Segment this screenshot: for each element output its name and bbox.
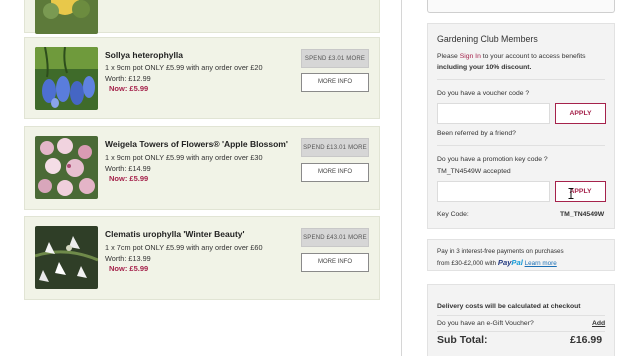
promo-apply-button[interactable]: APPLY [555,181,606,202]
offer-card: Weigela Towers of Flowers® 'Apple Blosso… [24,126,380,210]
now-price: Now: £5.99 [109,264,149,273]
egift-add-link[interactable]: Add [592,320,605,327]
order-summary: Delivery costs will be calculated at che… [427,284,615,356]
paypal-logo-part1: Pay [497,258,512,267]
product-name[interactable]: Sollya heterophylla [105,50,183,60]
learn-more-link[interactable]: Learn more [525,260,557,267]
offer-card-partial [24,0,380,34]
product-image[interactable] [35,47,98,110]
subtotal-label: Sub Total: [437,334,488,346]
club-signin-text: Please Sign In to your account to access… [437,53,586,60]
spend-more-button[interactable]: SPEND £13.01 MORE [301,138,369,157]
product-image[interactable] [35,226,98,289]
column-divider [401,0,402,356]
now-price: Now: £5.99 [109,174,149,183]
worth-price: Worth: £14.99 [105,164,151,173]
product-name[interactable]: Clematis urophylla 'Winter Beauty' [105,229,245,239]
paypal-credit-box: Pay in 3 interest-free payments on purch… [427,239,615,271]
paypal-logo-part2: Pal [511,258,523,267]
voucher-apply-button[interactable]: APPLY [555,103,606,124]
now-price: Now: £5.99 [109,84,149,93]
offer-text: 1 x 7cm pot ONLY £5.99 with any order ov… [105,243,263,252]
club-text-pre: Please [437,53,458,60]
previous-panel-edge [427,0,615,13]
divider [437,79,605,80]
promo-label: Do you have a promotion key code ? [437,156,548,163]
checkout-codes-panel: Gardening Club Members Please Sign In to… [427,23,615,229]
club-text-post: to your account to access benefits [482,53,586,60]
product-image[interactable] [35,136,98,199]
worth-price: Worth: £13.99 [105,254,151,263]
paypal-line2: from £30-£2,000 with PayPal Learn more [437,258,557,267]
paypal-line2-text: from £30-£2,000 with [437,260,497,267]
subtotal-value: £16.99 [570,334,603,346]
divider [437,331,605,332]
offer-card: Sollya heterophylla 1 x 9cm pot ONLY £5.… [24,37,380,119]
more-info-button[interactable]: MORE INFO [301,73,369,92]
paypal-logo: PayPal [498,258,523,267]
divider [437,315,605,316]
voucher-input[interactable] [437,103,550,124]
offer-card: Clematis urophylla 'Winter Beauty' 1 x 7… [24,216,380,300]
key-code-value: TM_TN4549W [560,211,605,218]
sign-in-link[interactable]: Sign In [460,53,481,60]
spend-more-button[interactable]: SPEND £3.01 MORE [301,49,369,68]
more-info-button[interactable]: MORE INFO [301,253,369,272]
mouse-cursor-icon [568,186,574,199]
club-discount-text: including your 10% discount. [437,64,532,71]
delivery-note: Delivery costs will be calculated at che… [437,303,581,310]
key-code-label: Key Code: [437,211,469,218]
offer-text: 1 x 9cm pot ONLY £5.99 with any order ov… [105,153,263,162]
product-image [35,0,98,34]
divider [437,145,605,146]
referred-friend-link[interactable]: Been referred by a friend? [437,130,516,137]
worth-price: Worth: £12.99 [105,74,151,83]
spend-more-button[interactable]: SPEND £43.01 MORE [301,228,369,247]
product-name[interactable]: Weigela Towers of Flowers® 'Apple Blosso… [105,139,288,149]
paypal-line1: Pay in 3 interest-free payments on purch… [437,248,564,255]
promo-accepted-text: TM_TN4549W accepted [437,168,511,175]
voucher-label: Do you have a voucher code ? [437,90,530,97]
club-title: Gardening Club Members [437,34,538,44]
egift-label: Do you have an e-Gift Voucher? [437,320,534,327]
more-info-button[interactable]: MORE INFO [301,163,369,182]
promo-input[interactable] [437,181,550,202]
offer-text: 1 x 9cm pot ONLY £5.99 with any order ov… [105,63,263,72]
